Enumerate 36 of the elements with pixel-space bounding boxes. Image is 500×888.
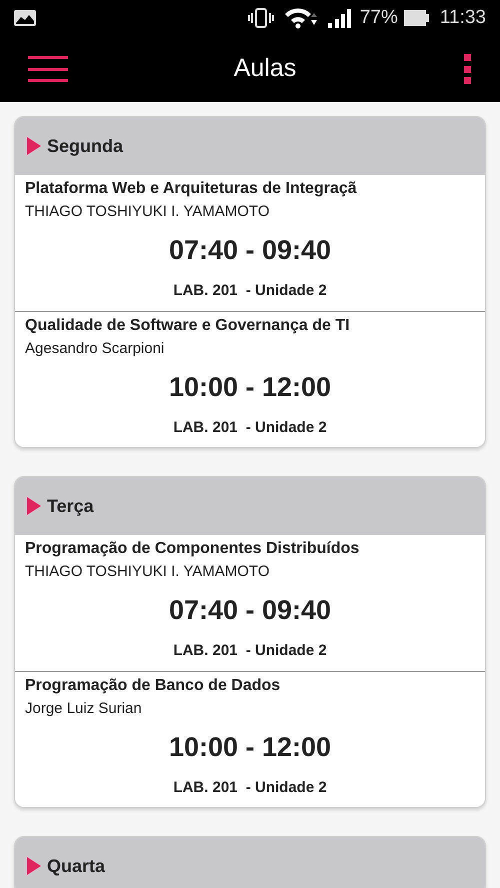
room-location: LAB. 201 - Unidade 2 — [172, 418, 328, 438]
class-item[interactable]: Programação de Banco de Dados Jorge Luiz Surian 10:00 - 12:00 LAB. 201 - Unidade 2 — [15, 671, 485, 807]
teacher-name: Agesandro Scarpioni — [25, 339, 166, 359]
class-item[interactable]: Qualidade de Software e Governança de TI Agesandro Scarpioni 10:00 - 12:00 LAB. 201 - Unidade 2 — [15, 311, 485, 447]
class-time: 07:40 - 09:40 — [168, 234, 332, 266]
wifi-icon — [284, 7, 318, 29]
room-location: LAB. 201 - Unidade 2 — [172, 778, 328, 798]
battery-percent: 77% — [360, 6, 398, 30]
signal-icon — [328, 8, 352, 28]
day-name: Quarta — [47, 854, 106, 878]
triangle-icon — [27, 857, 41, 875]
room-location: LAB. 201 - Unidade 2 — [172, 281, 328, 301]
class-item[interactable]: Plataforma Web e Arquiteturas de Integraçã THIAGO TOSHIYUKI I. YAMAMOTO 07:40 - 09:40 LAB. 201 - Unidade 2 — [15, 175, 485, 311]
class-time: 07:40 - 09:40 — [168, 594, 332, 626]
class-title: Programação de Componentes Distribuídos — [25, 539, 360, 559]
class-title: Programação de Banco de Dados — [25, 676, 282, 696]
teacher-name: THIAGO TOSHIYUKI I. YAMAMOTO — [25, 202, 270, 222]
class-time: 10:00 - 12:00 — [168, 370, 332, 404]
toolbar-title: Aulas — [232, 53, 298, 84]
room-location: LAB. 201 - Unidade 2 — [172, 641, 328, 661]
triangle-icon — [27, 137, 41, 155]
clock: 11:33 — [440, 6, 486, 30]
class-time: 10:00 - 12:00 — [168, 730, 332, 764]
class-title: Qualidade de Software e Governança de TI — [25, 316, 351, 336]
day-name: Segunda — [47, 134, 124, 158]
teacher-name: Jorge Luiz Surian — [25, 699, 143, 719]
teacher-name: THIAGO TOSHIYUKI I. YAMAMOTO — [25, 562, 270, 582]
image-icon — [14, 10, 36, 26]
class-item[interactable]: Programação de Componentes Distribuídos THIAGO TOSHIYUKI I. YAMAMOTO 07:40 - 09:40 LAB. 201 - Unidade 2 — [15, 535, 485, 671]
class-title: Plataforma Web e Arquiteturas de Integraçã — [25, 179, 358, 199]
battery-icon — [404, 9, 430, 27]
day-name: Terça — [47, 494, 94, 518]
menu-button[interactable] — [28, 54, 68, 84]
vibrate-icon — [248, 8, 274, 28]
more-options-button[interactable] — [462, 54, 472, 84]
triangle-icon — [27, 497, 41, 515]
